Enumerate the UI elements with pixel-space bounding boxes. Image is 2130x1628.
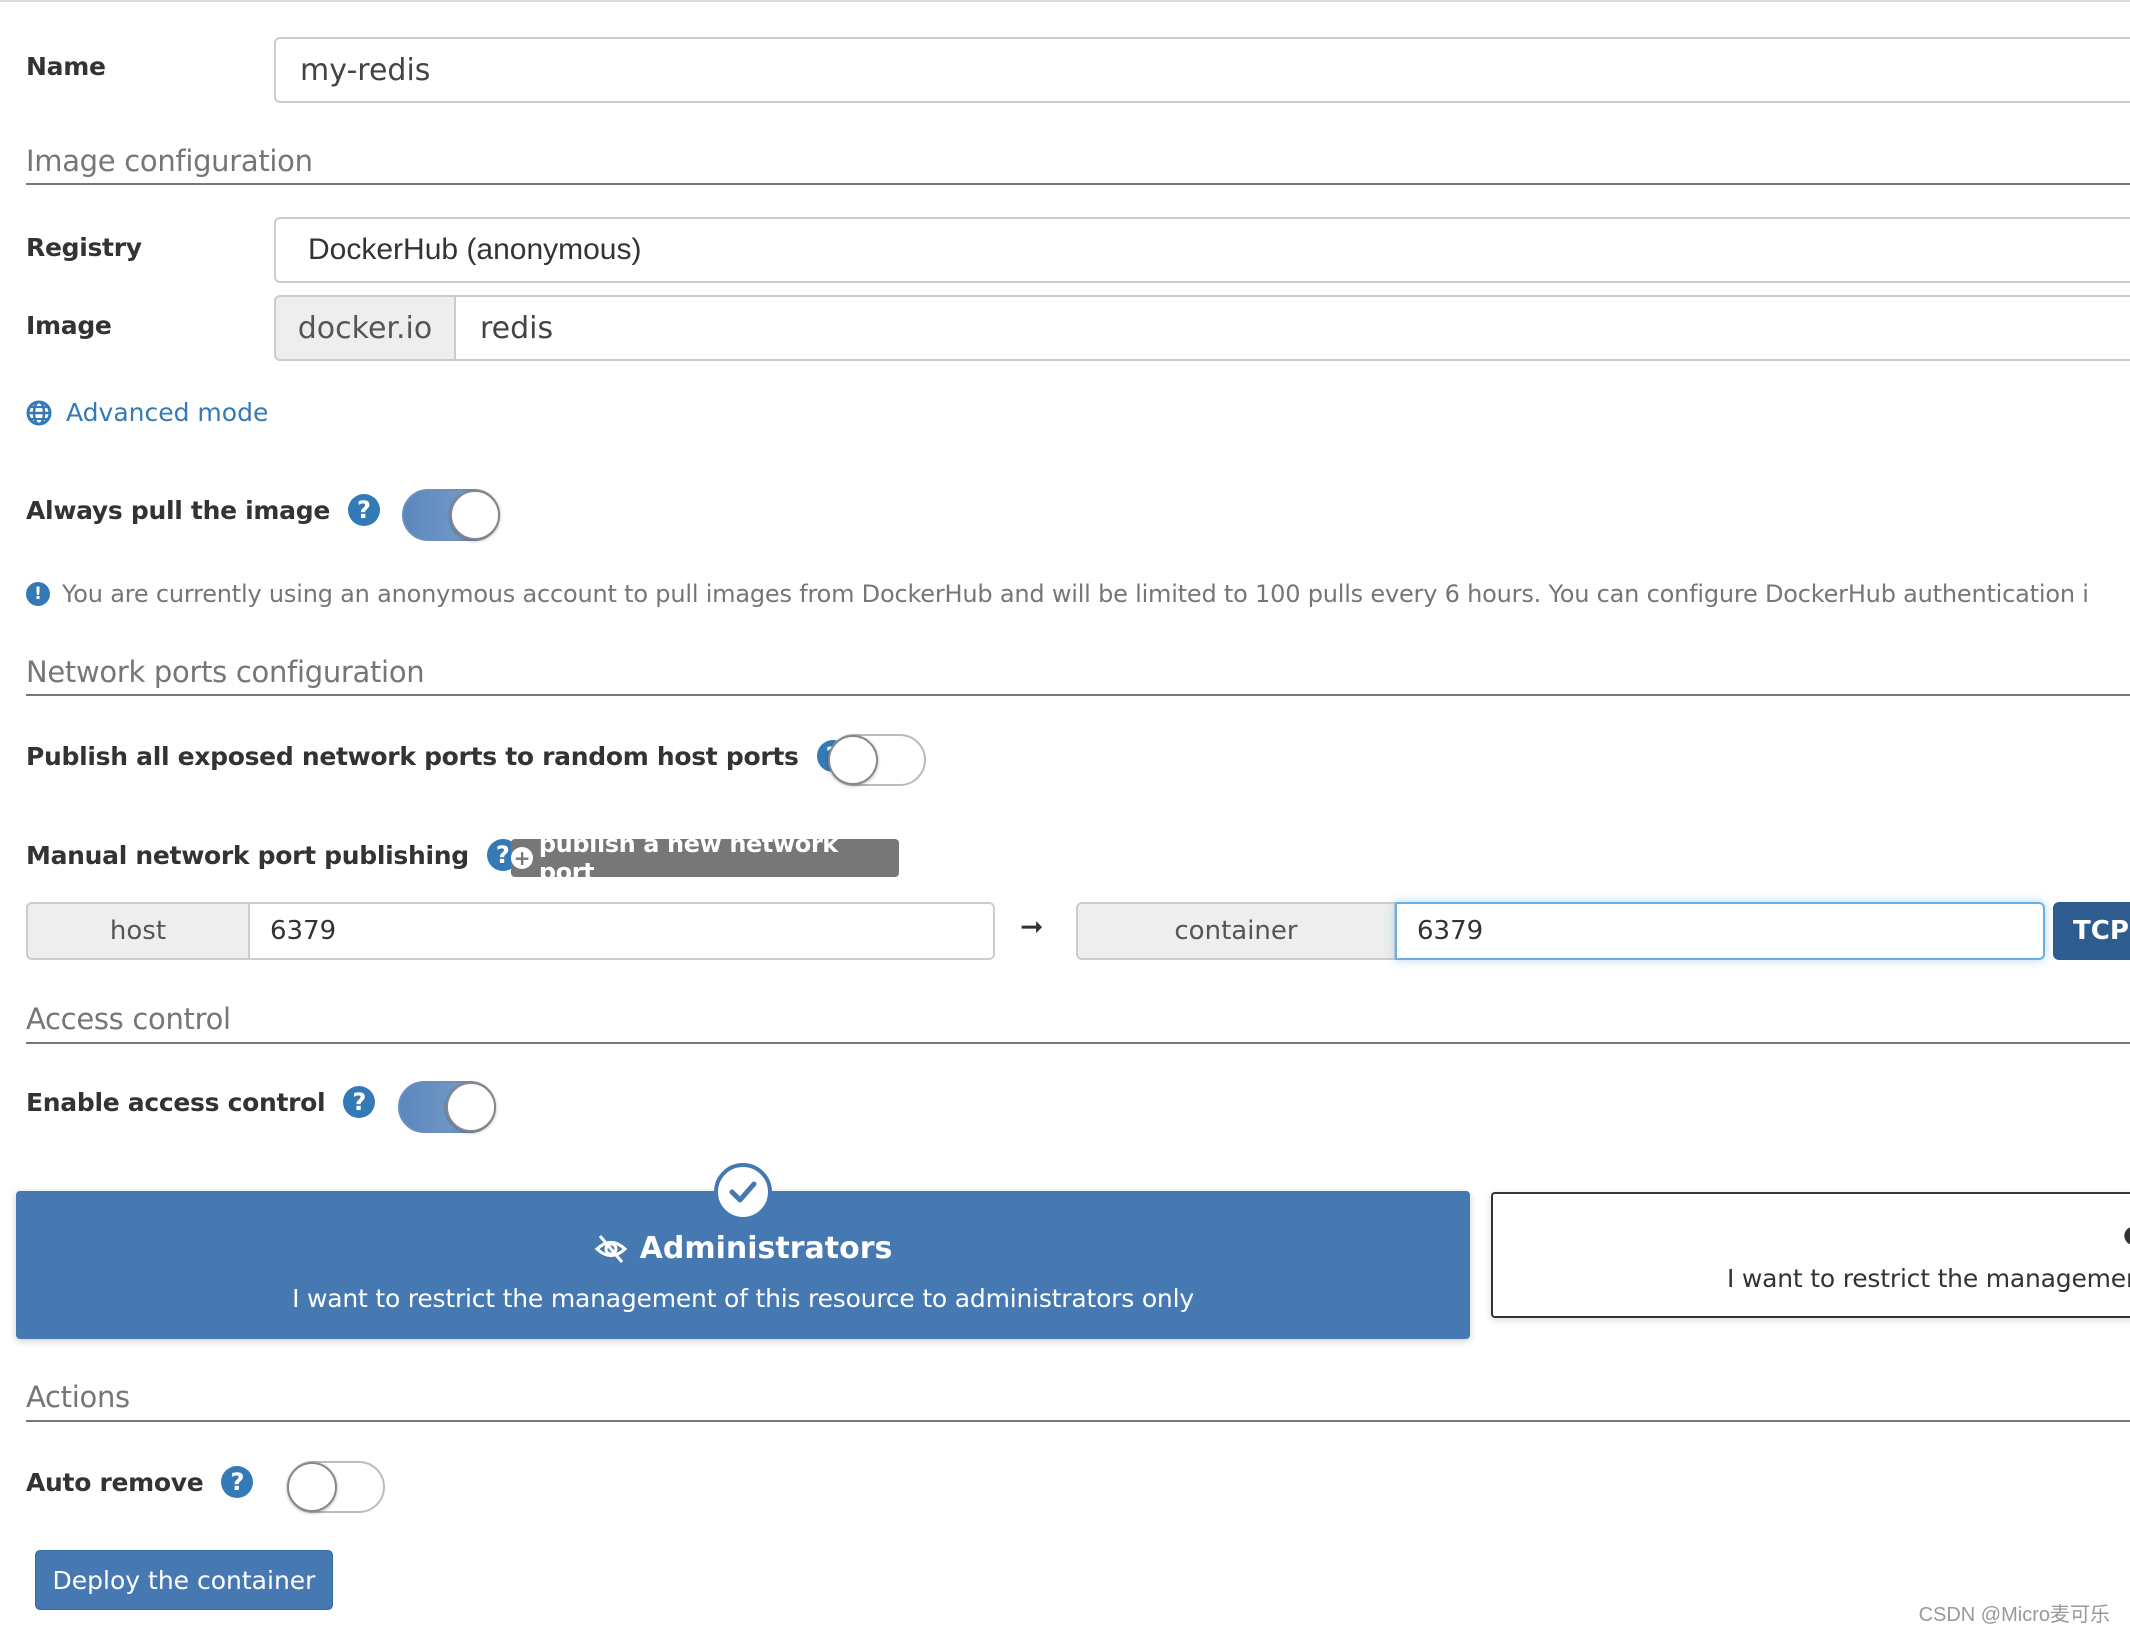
top-divider <box>0 0 2130 2</box>
publish-all-toggle[interactable] <box>828 734 926 786</box>
name-input[interactable]: my-redis <box>274 37 2130 103</box>
manual-publishing-label: Manual network port publishing <box>26 840 469 870</box>
watermark: CSDN @Micro麦可乐 <box>1918 1604 2110 1626</box>
always-pull-row: Always pull the image ? <box>26 494 380 526</box>
name-label: Name <box>26 52 106 81</box>
users-icon: ● <box>2123 1220 2130 1248</box>
eye-slash-icon <box>594 1234 627 1263</box>
actions-divider <box>26 1420 2130 1422</box>
toggle-knob <box>446 1082 496 1132</box>
network-ports-divider <box>26 694 2130 696</box>
image-label: Image <box>26 311 112 340</box>
help-icon[interactable]: ? <box>221 1466 254 1498</box>
image-config-divider <box>26 183 2130 185</box>
always-pull-label: Always pull the image <box>26 495 330 525</box>
host-port-input[interactable]: 6379 <box>248 902 995 960</box>
dockerhub-info: ! You are currently using an anonymous a… <box>26 580 2089 608</box>
info-text: You are currently using an anonymous acc… <box>62 580 2089 608</box>
host-addon: host <box>26 902 250 960</box>
image-input[interactable]: redis <box>454 295 2130 361</box>
actions-heading: Actions <box>26 1380 130 1414</box>
auto-remove-toggle[interactable] <box>287 1461 385 1513</box>
container-addon: container <box>1076 902 1396 960</box>
always-pull-toggle[interactable] <box>402 489 500 541</box>
restricted-description: I want to restrict the managemen <box>1727 1264 2130 1293</box>
image-config-heading: Image configuration <box>26 144 313 178</box>
advanced-mode-label: Advanced mode <box>66 398 269 427</box>
manual-publishing-row: Manual network port publishing ? <box>26 839 519 871</box>
help-icon[interactable]: ? <box>347 494 380 526</box>
registry-select[interactable]: DockerHub (anonymous) <box>274 217 2130 283</box>
registry-label: Registry <box>26 233 142 262</box>
help-icon[interactable]: ? <box>343 1086 376 1118</box>
auto-remove-label: Auto remove <box>26 1467 204 1497</box>
enable-access-label: Enable access control <box>26 1087 326 1117</box>
protocol-tcp-button[interactable]: TCP <box>2053 902 2130 960</box>
advanced-mode-link[interactable]: Advanced mode <box>26 398 268 427</box>
plus-circle-icon: + <box>511 847 533 869</box>
image-registry-prefix: docker.io <box>274 295 456 361</box>
access-control-heading: Access control <box>26 1002 231 1036</box>
publish-new-port-button[interactable]: + publish a new network port <box>511 830 899 886</box>
toggle-knob <box>450 490 500 540</box>
deploy-container-button[interactable]: Deploy the container <box>35 1550 333 1610</box>
access-control-divider <box>26 1042 2130 1044</box>
selected-check-icon <box>714 1163 772 1221</box>
publish-new-port-label: publish a new network port <box>538 830 838 886</box>
network-ports-heading: Network ports configuration <box>26 655 425 689</box>
toggle-knob <box>828 735 878 785</box>
toggle-knob <box>287 1462 337 1512</box>
publish-all-label: Publish all exposed network ports to ran… <box>26 741 799 771</box>
administrators-description: I want to restrict the management of thi… <box>292 1284 1194 1313</box>
enable-access-toggle[interactable] <box>398 1081 496 1133</box>
administrators-title: Administrators <box>639 1231 893 1266</box>
container-port-input[interactable]: 6379 <box>1395 902 2045 960</box>
globe-icon <box>26 400 52 425</box>
auto-remove-row: Auto remove ? <box>26 1466 254 1498</box>
access-option-restricted[interactable]: ● I want to restrict the managemen <box>1491 1192 2130 1318</box>
administrators-title-row: Administrators <box>16 1231 1470 1266</box>
arrow-right-icon: ➞ <box>1020 910 1044 943</box>
enable-access-row: Enable access control ? <box>26 1086 376 1118</box>
exclamation-circle-icon: ! <box>26 582 50 606</box>
publish-all-row: Publish all exposed network ports to ran… <box>26 740 849 772</box>
